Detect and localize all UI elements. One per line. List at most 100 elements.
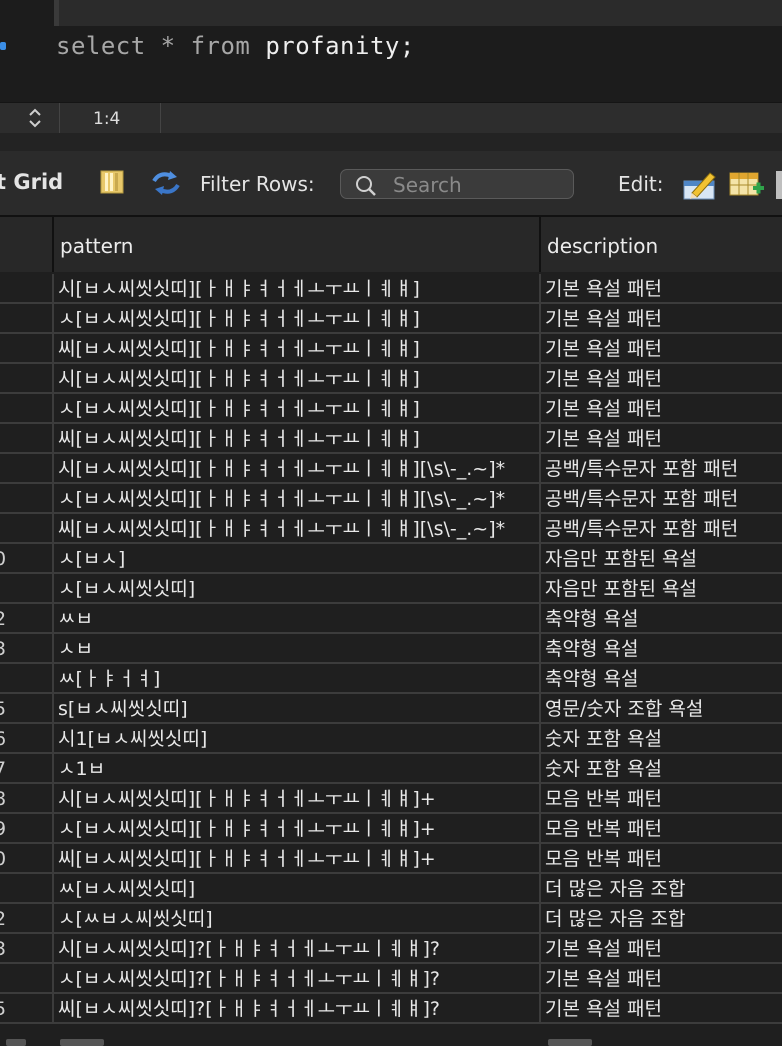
table-row[interactable]: ㅅ[ㅂㅅ씨씻싯띠][ㅏㅐㅑㅕㅓㅔㅗㅜㅛㅣㅖㅒ][\s\-_.~]* 공백/특수문자… <box>0 484 782 514</box>
cell-pattern[interactable]: ㅅ[ㅂㅅ씨씻싯띠][ㅏㅐㅑㅕㅓㅔㅗㅜㅛㅣㅖㅒ][\s\-_.~]* <box>54 484 541 512</box>
cell-description[interactable]: 기본 욕설 패턴 <box>541 304 782 332</box>
cell-id[interactable] <box>0 574 54 602</box>
cell-description[interactable]: 축약형 욕설 <box>541 604 782 632</box>
more-tools-icon[interactable] <box>776 171 782 199</box>
cell-description[interactable]: 기본 욕설 패턴 <box>541 964 782 992</box>
cell-pattern[interactable]: ㅅ[ㅆㅂㅅ씨씻싯띠] <box>54 904 541 932</box>
cell-id[interactable] <box>0 514 54 542</box>
table-row[interactable]: 씨[ㅂㅅ씨씻싯띠][ㅏㅐㅑㅕㅓㅔㅗㅜㅛㅣㅖㅒ] 기본 욕설 패턴 <box>0 334 782 364</box>
table-row[interactable]: 5씨[ㅂㅅ씨씻싯띠]?[ㅏㅐㅑㅕㅓㅔㅗㅜㅛㅣㅖㅒ]?기본 욕설 패턴 <box>0 994 782 1024</box>
table-row[interactable]: 8시[ㅂㅅ씨씻싯띠][ㅏㅐㅑㅕㅓㅔㅗㅜㅛㅣㅖㅒ]+모음 반복 패턴 <box>0 784 782 814</box>
cell-description[interactable]: 숫자 포함 욕설 <box>541 754 782 782</box>
cell-description[interactable]: 공백/특수문자 포함 패턴 <box>541 454 782 482</box>
cell-description[interactable]: 기본 욕설 패턴 <box>541 994 782 1022</box>
cell-id[interactable]: 7 <box>0 754 54 782</box>
cell-description[interactable]: 기본 욕설 패턴 <box>541 334 782 362</box>
cell-pattern[interactable]: 시1[ㅂㅅ씨씻싯띠] <box>54 724 541 752</box>
cell-id[interactable] <box>0 874 54 902</box>
cell-description[interactable]: 공백/특수문자 포함 패턴 <box>541 514 782 542</box>
cell-description[interactable]: 기본 욕설 패턴 <box>541 364 782 392</box>
column-header-pattern[interactable]: pattern <box>54 217 541 272</box>
cell-pattern[interactable]: ㅆ[ㅏㅑㅓㅕ] <box>54 664 541 692</box>
search-input[interactable] <box>391 172 565 198</box>
cell-id[interactable]: 8 <box>0 784 54 812</box>
cell-pattern[interactable]: 시[ㅂㅅ씨씻싯띠][ㅏㅐㅑㅕㅓㅔㅗㅜㅛㅣㅖㅒ] <box>54 364 541 392</box>
table-row[interactable]: ㅆ[ㅏㅑㅓㅕ] 축약형 욕설 <box>0 664 782 694</box>
cell-id[interactable]: 0 <box>0 544 54 572</box>
cell-pattern[interactable]: ㅅ[ㅂㅅ씨씻싯띠][ㅏㅐㅑㅕㅓㅔㅗㅜㅛㅣㅖㅒ]+ <box>54 814 541 842</box>
refresh-icon[interactable] <box>150 169 182 197</box>
cell-description[interactable]: 축약형 욕설 <box>541 634 782 662</box>
table-row[interactable]: 3시[ㅂㅅ씨씻싯띠]?[ㅏㅐㅑㅕㅓㅔㅗㅜㅛㅣㅖㅒ]?기본 욕설 패턴 <box>0 934 782 964</box>
cell-description[interactable]: 자음만 포함된 욕설 <box>541 544 782 572</box>
table-row[interactable]: 0ㅅ[ㅂㅅ]자음만 포함된 욕설 <box>0 544 782 574</box>
sql-query-line[interactable]: select * from profanity; <box>56 32 415 60</box>
cell-id[interactable]: 2 <box>0 904 54 932</box>
cell-id[interactable]: 5 <box>0 694 54 722</box>
cell-id[interactable]: 5 <box>0 994 54 1022</box>
cell-pattern[interactable]: 시[ㅂㅅ씨씻싯띠][ㅏㅐㅑㅕㅓㅔㅗㅜㅛㅣㅖㅒ][\s\-_.~]* <box>54 454 541 482</box>
cell-id[interactable] <box>0 274 54 302</box>
table-row[interactable]: ㅅ[ㅂㅅ씨씻싯띠] 자음만 포함된 욕설 <box>0 574 782 604</box>
table-row[interactable]: 9ㅅ[ㅂㅅ씨씻싯띠][ㅏㅐㅑㅕㅓㅔㅗㅜㅛㅣㅖㅒ]+모음 반복 패턴 <box>0 814 782 844</box>
cell-description[interactable]: 기본 욕설 패턴 <box>541 394 782 422</box>
result-grid-tab[interactable]: t Grid <box>0 170 63 194</box>
table-row[interactable]: 7ㅅ1ㅂ숫자 포함 욕설 <box>0 754 782 784</box>
table-row[interactable]: 시[ㅂㅅ씨씻싯띠][ㅏㅐㅑㅕㅓㅔㅗㅜㅛㅣㅖㅒ] 기본 욕설 패턴 <box>0 274 782 304</box>
cell-pattern[interactable]: 씨[ㅂㅅ씨씻싯띠]?[ㅏㅐㅑㅕㅓㅔㅗㅜㅛㅣㅖㅒ]? <box>54 994 541 1022</box>
cell-id[interactable] <box>0 334 54 362</box>
cell-pattern[interactable]: 씨[ㅂㅅ씨씻싯띠][ㅏㅐㅑㅕㅓㅔㅗㅜㅛㅣㅖㅒ][\s\-_.~]* <box>54 514 541 542</box>
edit-row-icon[interactable] <box>682 167 718 201</box>
cell-id[interactable] <box>0 454 54 482</box>
cell-description[interactable]: 자음만 포함된 욕설 <box>541 574 782 602</box>
cell-description[interactable]: 모음 반복 패턴 <box>541 784 782 812</box>
cell-pattern[interactable]: 시[ㅂㅅ씨씻싯띠][ㅏㅐㅑㅕㅓㅔㅗㅜㅛㅣㅖㅒ] <box>54 274 541 302</box>
cell-description[interactable]: 더 많은 자음 조합 <box>541 874 782 902</box>
cell-description[interactable]: 기본 욕설 패턴 <box>541 274 782 302</box>
cell-id[interactable]: 3 <box>0 634 54 662</box>
cell-pattern[interactable]: ㅅ[ㅂㅅ씨씻싯띠] <box>54 574 541 602</box>
cell-description[interactable]: 모음 반복 패턴 <box>541 844 782 872</box>
add-row-icon[interactable] <box>729 169 765 199</box>
cell-id[interactable] <box>0 364 54 392</box>
sql-editor[interactable]: select * from profanity; <box>0 0 782 102</box>
cell-description[interactable]: 더 많은 자음 조합 <box>541 904 782 932</box>
cell-id[interactable]: 0 <box>0 844 54 872</box>
table-row[interactable]: 시[ㅂㅅ씨씻싯띠][ㅏㅐㅑㅕㅓㅔㅗㅜㅛㅣㅖㅒ][\s\-_.~]* 공백/특수문자… <box>0 454 782 484</box>
cell-description[interactable]: 모음 반복 패턴 <box>541 814 782 842</box>
cell-description[interactable]: 기본 욕설 패턴 <box>541 934 782 962</box>
cell-id[interactable] <box>0 304 54 332</box>
cell-description[interactable]: 공백/특수문자 포함 패턴 <box>541 484 782 512</box>
cell-pattern[interactable]: 시[ㅂㅅ씨씻싯띠][ㅏㅐㅑㅕㅓㅔㅗㅜㅛㅣㅖㅒ]+ <box>54 784 541 812</box>
cell-pattern[interactable]: 씨[ㅂㅅ씨씻싯띠][ㅏㅐㅑㅕㅓㅔㅗㅜㅛㅣㅖㅒ] <box>54 424 541 452</box>
new-row-placeholder[interactable] <box>0 1039 782 1046</box>
table-row[interactable]: 2ㅆㅂ축약형 욕설 <box>0 604 782 634</box>
column-header-description[interactable]: description <box>541 217 782 272</box>
table-row[interactable]: 3ㅅㅂ축약형 욕설 <box>0 634 782 664</box>
column-header-id[interactable] <box>0 217 54 272</box>
cell-pattern[interactable]: ㅆ[ㅂㅅ씨씻싯띠] <box>54 874 541 902</box>
filter-search-box[interactable] <box>340 169 574 199</box>
table-row[interactable]: 씨[ㅂㅅ씨씻싯띠][ㅏㅐㅑㅕㅓㅔㅗㅜㅛㅣㅖㅒ][\s\-_.~]* 공백/특수문자… <box>0 514 782 544</box>
table-row[interactable]: 시[ㅂㅅ씨씻싯띠][ㅏㅐㅑㅕㅓㅔㅗㅜㅛㅣㅖㅒ] 기본 욕설 패턴 <box>0 364 782 394</box>
cell-description[interactable]: 숫자 포함 욕설 <box>541 724 782 752</box>
cell-description[interactable]: 축약형 욕설 <box>541 664 782 692</box>
table-row[interactable]: ㅆ[ㅂㅅ씨씻싯띠] 더 많은 자음 조합 <box>0 874 782 904</box>
cell-id[interactable] <box>0 664 54 692</box>
table-row[interactable]: 2ㅅ[ㅆㅂㅅ씨씻싯띠]더 많은 자음 조합 <box>0 904 782 934</box>
table-row[interactable]: 씨[ㅂㅅ씨씻싯띠][ㅏㅐㅑㅕㅓㅔㅗㅜㅛㅣㅖㅒ] 기본 욕설 패턴 <box>0 424 782 454</box>
cell-pattern[interactable]: 씨[ㅂㅅ씨씻싯띠][ㅏㅐㅑㅕㅓㅔㅗㅜㅛㅣㅖㅒ]+ <box>54 844 541 872</box>
cell-id[interactable]: 6 <box>0 724 54 752</box>
cell-pattern[interactable]: ㅅ[ㅂㅅ씨씻싯띠][ㅏㅐㅑㅕㅓㅔㅗㅜㅛㅣㅖㅒ] <box>54 304 541 332</box>
cell-pattern[interactable]: s[ㅂㅅ씨씻싯띠] <box>54 694 541 722</box>
table-row[interactable]: ㅅ[ㅂㅅ씨씻싯띠]?[ㅏㅐㅑㅕㅓㅔㅗㅜㅛㅣㅖㅒ]? 기본 욕설 패턴 <box>0 964 782 994</box>
cell-id[interactable] <box>0 964 54 992</box>
table-row[interactable]: 5s[ㅂㅅ씨씻싯띠]영문/숫자 조합 욕설 <box>0 694 782 724</box>
cell-pattern[interactable]: ㅅ[ㅂㅅ씨씻싯띠]?[ㅏㅐㅑㅕㅓㅔㅗㅜㅛㅣㅖㅒ]? <box>54 964 541 992</box>
cell-pattern[interactable]: ㅆㅂ <box>54 604 541 632</box>
cell-pattern[interactable]: 시[ㅂㅅ씨씻싯띠]?[ㅏㅐㅑㅕㅓㅔㅗㅜㅛㅣㅖㅒ]? <box>54 934 541 962</box>
cell-description[interactable]: 영문/숫자 조합 욕설 <box>541 694 782 722</box>
columns-icon[interactable] <box>100 170 124 194</box>
cell-pattern[interactable]: ㅅ[ㅂㅅ] <box>54 544 541 572</box>
table-row[interactable]: 6시1[ㅂㅅ씨씻싯띠]숫자 포함 욕설 <box>0 724 782 754</box>
